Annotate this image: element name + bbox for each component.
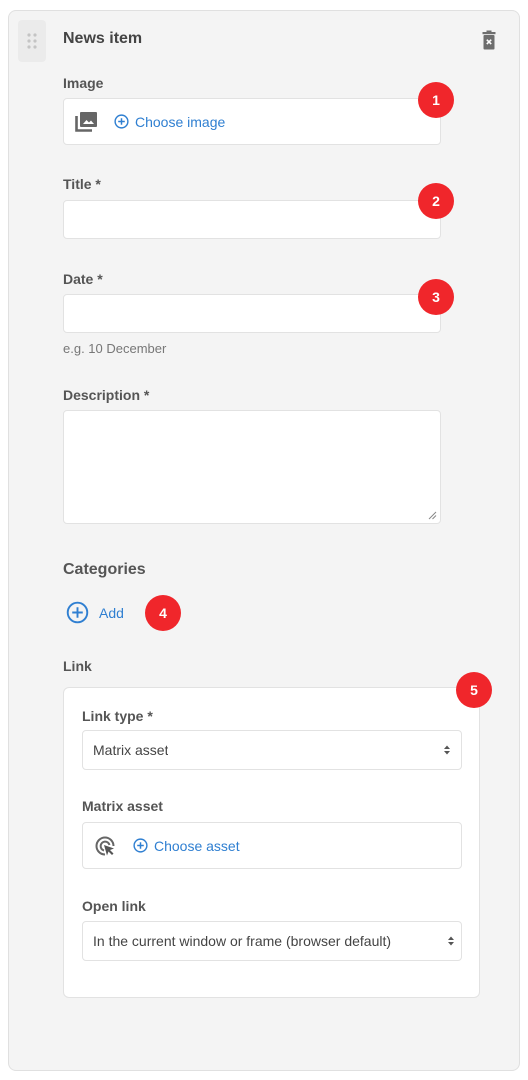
choose-asset-button[interactable]: Choose asset: [133, 838, 240, 854]
open-link-select[interactable]: In the current window or frame (browser …: [82, 921, 462, 961]
open-link-value: In the current window or frame (browser …: [93, 933, 392, 949]
matrix-asset-chooser: Choose asset: [82, 822, 462, 869]
drag-handle-icon: [27, 33, 37, 49]
select-arrows-icon: [444, 745, 450, 755]
image-gallery-icon: [74, 110, 98, 134]
plus-circle-icon: [114, 114, 129, 129]
matrix-asset-label: Matrix asset: [82, 798, 163, 814]
description-label: Description *: [63, 387, 150, 403]
link-type-select[interactable]: Matrix asset: [82, 730, 462, 770]
annotation-badge-5: 5: [456, 672, 492, 708]
choose-image-button[interactable]: Choose image: [114, 114, 225, 130]
add-category-label: Add: [99, 604, 124, 621]
title-input[interactable]: [63, 200, 441, 239]
title-label: Title *: [63, 176, 101, 192]
choose-image-label: Choose image: [135, 113, 226, 130]
categories-title: Categories: [63, 561, 146, 578]
annotation-badge-2: 2: [418, 183, 454, 219]
asset-cursor-icon: [93, 834, 117, 858]
resize-grip-icon[interactable]: [428, 511, 437, 520]
image-chooser: Choose image: [63, 98, 441, 145]
plus-circle-icon: [133, 838, 148, 853]
link-box: Link type * Matrix asset Matrix asset Ch…: [63, 687, 480, 998]
drag-handle[interactable]: [18, 20, 46, 62]
link-type-label: Link type *: [82, 708, 153, 724]
choose-asset-label: Choose asset: [154, 837, 240, 854]
link-type-value: Matrix asset: [93, 742, 169, 758]
trash-icon: [482, 30, 496, 50]
annotation-badge-4: 4: [145, 595, 181, 631]
delete-button[interactable]: [482, 30, 498, 52]
image-label: Image: [63, 75, 104, 91]
date-label: Date *: [63, 271, 103, 287]
annotation-badge-1: 1: [418, 82, 454, 118]
panel-title: News item: [63, 30, 143, 47]
add-category-button[interactable]: Add: [66, 601, 124, 624]
link-section-label: Link: [63, 658, 92, 674]
date-input[interactable]: [63, 294, 441, 333]
plus-circle-icon: [66, 601, 89, 624]
annotation-badge-3: 3: [418, 279, 454, 315]
date-hint: e.g. 10 December: [63, 341, 167, 356]
description-textarea[interactable]: [63, 410, 441, 524]
open-link-label: Open link: [82, 898, 146, 914]
select-arrows-icon: [448, 936, 454, 946]
